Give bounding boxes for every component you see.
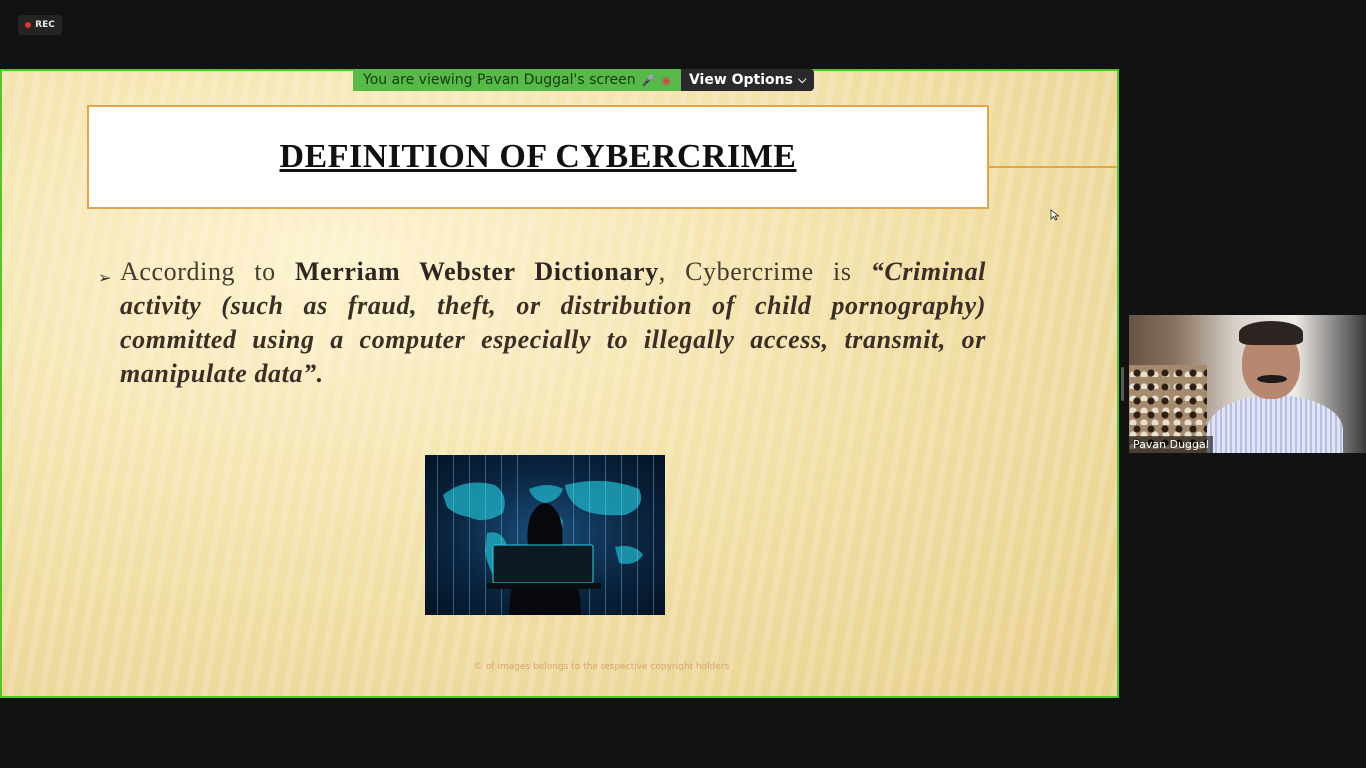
stop-share-icon[interactable]: ◉: [661, 74, 671, 87]
world-map-hacker-illustration: [437, 455, 654, 615]
panel-resize-handle[interactable]: [1121, 367, 1124, 401]
bullet-source: Merriam Webster Dictionary: [295, 257, 659, 286]
mouse-cursor-icon: [1050, 209, 1060, 221]
microphone-icon: 🎤: [641, 73, 656, 87]
bullet-arrow-icon: ➢: [98, 270, 112, 287]
participant-moustache: [1257, 375, 1287, 383]
shared-screen: DEFINITION OF CYBERCRIME ➢ According to …: [0, 69, 1119, 698]
title-divider: [989, 166, 1117, 168]
bullet-middle: , Cybercrime is: [658, 257, 852, 286]
participant-name-tag: Pavan Duggal: [1129, 436, 1213, 453]
participant-shirt: [1207, 395, 1343, 453]
participant-video-tile[interactable]: Pavan Duggal: [1129, 315, 1366, 453]
view-options-label: View Options: [688, 72, 793, 88]
recording-label: REC: [35, 20, 55, 30]
record-dot-icon: [25, 22, 32, 28]
slide-title-box: DEFINITION OF CYBERCRIME: [87, 105, 989, 209]
chevron-down-icon: ⌵: [797, 73, 807, 86]
slide-bullet-text: According to Merriam Webster Dictionary,…: [120, 255, 986, 391]
hacker-image: [425, 455, 665, 615]
bullet-intro: According to: [120, 257, 276, 286]
screen-share-banner: You are viewing Pavan Duggal's screen 🎤 …: [353, 69, 815, 91]
share-status: You are viewing Pavan Duggal's screen 🎤 …: [353, 69, 681, 91]
image-copyright-note: © of images belongs to the respective co…: [474, 662, 730, 672]
recording-indicator[interactable]: REC: [18, 15, 62, 35]
share-status-text: You are viewing Pavan Duggal's screen: [363, 72, 636, 88]
slide-title: DEFINITION OF CYBERCRIME: [279, 138, 797, 175]
participant-hair: [1239, 321, 1303, 345]
view-options-button[interactable]: View Options ⌵: [680, 69, 815, 91]
